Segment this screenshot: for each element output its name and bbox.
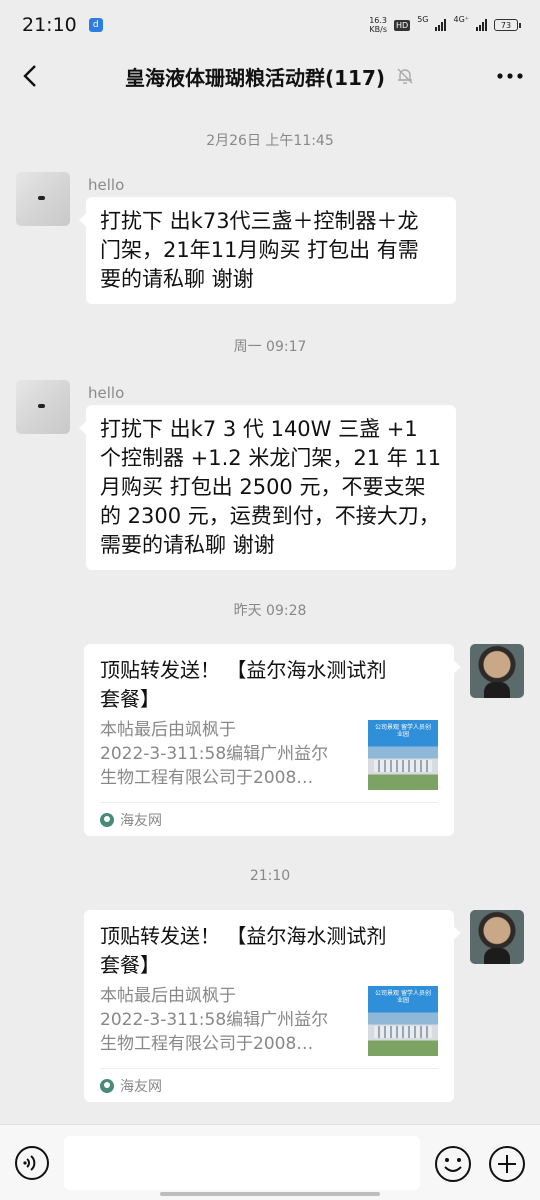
- card-description: 本帖最后由飒枫于 2022-3-311:58编辑广州益尔 生物工程有限公司于20…: [100, 984, 356, 1056]
- message-line: 的 2300 元，运费到付，不接大刀，: [100, 504, 440, 528]
- avatar[interactable]: [470, 644, 524, 698]
- mute-bell-icon: [397, 68, 413, 84]
- timestamp: 2月26日 上午11:45: [206, 133, 334, 149]
- chat-title: 皇海液体珊瑚粮活动群(117): [124, 65, 386, 90]
- signal-sim1-icon: [435, 19, 447, 31]
- input-bar: [0, 1124, 540, 1200]
- emoji-icon[interactable]: [434, 1145, 472, 1183]
- avatar[interactable]: [16, 380, 70, 434]
- card-desc-line: 2022-3-311:58编辑广州益尔: [100, 1010, 329, 1030]
- message-line: 月购买 打包出 2500 元，不要支架: [100, 475, 426, 499]
- more-options-button[interactable]: [494, 62, 526, 90]
- card-footer: 海友网: [100, 802, 438, 836]
- back-arrow-icon: [23, 65, 36, 87]
- card-desc-line: 生物工程有限公司于2008…: [100, 768, 314, 788]
- card-title-line: 顶贴转发送！ 【益尔海水测试剂: [100, 924, 387, 948]
- battery-level: 73: [500, 20, 512, 30]
- network-speed-unit: KB/s: [369, 25, 387, 34]
- source-logo-icon: [100, 1078, 114, 1093]
- chat-header: 皇海液体珊瑚粮活动群(117): [0, 50, 540, 102]
- card-source: 海友网: [120, 1078, 162, 1095]
- sim1-label: 5G: [417, 15, 429, 24]
- message-line: 打扰下 出k73代三盏＋控制器＋龙: [100, 209, 419, 233]
- avatar[interactable]: [16, 172, 70, 226]
- more-dots-icon: [497, 73, 523, 79]
- building-image: [374, 760, 432, 772]
- card-title-line: 顶贴转发送！ 【益尔海水测试剂: [100, 658, 387, 682]
- message-bubble[interactable]: 打扰下 出k73代三盏＋控制器＋龙 门架，21年11月购买 打包出 有需 要的请…: [79, 197, 456, 304]
- avatar[interactable]: [470, 910, 524, 964]
- signal-sim2-icon: [476, 19, 487, 31]
- card-body: 本帖最后由飒枫于 2022-3-311:58编辑广州益尔 生物工程有限公司于20…: [100, 984, 438, 1056]
- message-bubble[interactable]: 打扰下 出k7 3 代 140W 三盏 +1 个控制器 +1.2 米龙门架，21…: [79, 405, 456, 570]
- card-body: 本帖最后由飒枫于 2022-3-311:58编辑广州益尔 生物工程有限公司于20…: [100, 718, 438, 790]
- card-desc-line: 生物工程有限公司于2008…: [100, 1034, 314, 1054]
- building-image: [374, 1026, 432, 1038]
- card-source: 海友网: [120, 812, 162, 829]
- plus-icon[interactable]: [488, 1145, 526, 1183]
- message-line: 需要的请私聊 谢谢: [100, 533, 275, 557]
- back-button[interactable]: [14, 60, 46, 92]
- timestamp: 周一 09:17: [233, 339, 307, 355]
- thumbnail-caption: 公司景观 留学人员创业园: [375, 724, 431, 738]
- battery-icon: 73: [494, 19, 521, 31]
- card-title: 顶贴转发送！ 【益尔海水测试剂 套餐】: [100, 922, 438, 980]
- network-speed: 16.3 KB/s: [369, 16, 387, 34]
- link-card[interactable]: 顶贴转发送！ 【益尔海水测试剂 套餐】 本帖最后由飒枫于 2022-3-311:…: [84, 644, 461, 836]
- app-notification-icon: d: [88, 18, 103, 32]
- sender-name: hello: [88, 176, 125, 194]
- card-title-line: 套餐】: [100, 687, 160, 711]
- timestamp: 昨天 09:28: [233, 603, 307, 619]
- card-description: 本帖最后由飒枫于 2022-3-311:58编辑广州益尔 生物工程有限公司于20…: [100, 718, 356, 790]
- sender-name: hello: [88, 384, 125, 402]
- card-title-line: 套餐】: [100, 953, 160, 977]
- card-desc-line: 2022-3-311:58编辑广州益尔: [100, 744, 329, 764]
- message-line: 要的请私聊 谢谢: [100, 267, 254, 291]
- status-bar: 21:10 d 16.3 KB/s HD 5G 4G⁺ 73: [0, 0, 540, 50]
- status-time: 21:10: [22, 14, 77, 36]
- card-desc-line: 本帖最后由飒枫于: [100, 720, 236, 740]
- voice-icon[interactable]: [14, 1145, 50, 1181]
- source-logo-icon: [100, 812, 114, 827]
- card-title: 顶贴转发送！ 【益尔海水测试剂 套餐】: [100, 656, 438, 714]
- card-thumbnail: 公司景观 留学人员创业园: [368, 720, 438, 790]
- thumbnail-caption: 公司景观 留学人员创业园: [375, 990, 431, 1004]
- message-line: 打扰下 出k7 3 代 140W 三盏 +1: [100, 417, 418, 441]
- home-indicator[interactable]: [160, 1192, 380, 1196]
- status-indicators: 16.3 KB/s HD 5G 4G⁺ 73: [369, 15, 521, 34]
- card-desc-line: 本帖最后由飒枫于: [100, 986, 236, 1006]
- timestamp: 21:10: [249, 868, 291, 884]
- message-input[interactable]: [64, 1136, 420, 1190]
- link-card[interactable]: 顶贴转发送！ 【益尔海水测试剂 套餐】 本帖最后由飒枫于 2022-3-311:…: [84, 910, 461, 1102]
- chat-messages[interactable]: 2月26日 上午11:45 hello 打扰下 出k73代三盏＋控制器＋龙 门架…: [0, 102, 540, 1124]
- card-footer: 海友网: [100, 1068, 438, 1102]
- card-thumbnail: 公司景观 留学人员创业园: [368, 986, 438, 1056]
- sim2-label: 4G⁺: [453, 15, 469, 24]
- message-line: 个控制器 +1.2 米龙门架，21 年 11: [100, 446, 442, 470]
- network-speed-value: 16.3: [369, 16, 387, 25]
- message-line: 门架，21年11月购买 打包出 有需: [100, 238, 419, 262]
- hd-icon: HD: [394, 19, 411, 31]
